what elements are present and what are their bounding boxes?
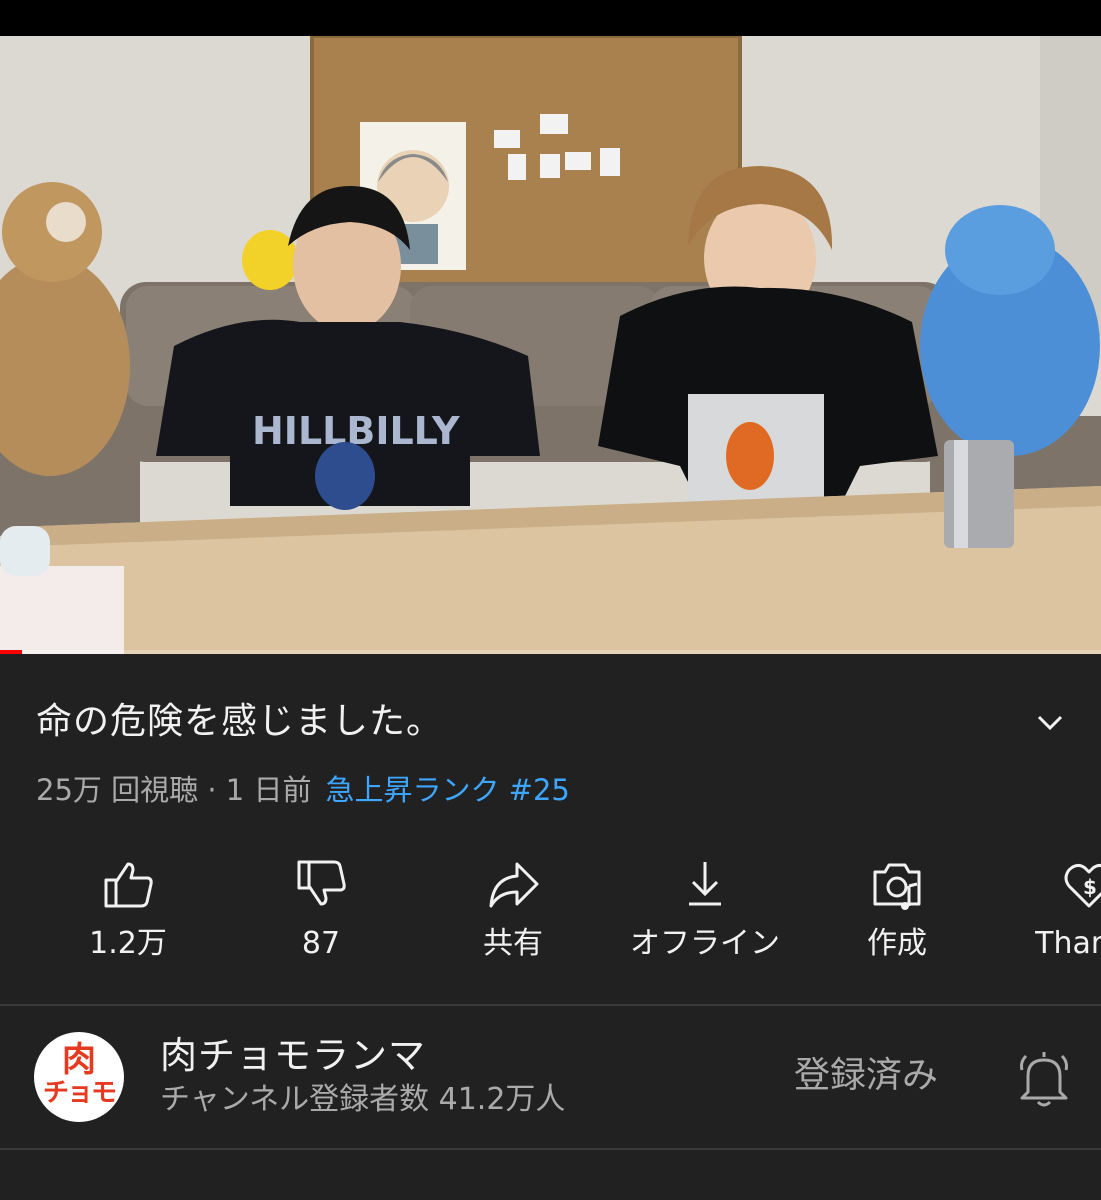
- video-title-row[interactable]: 命の危険を感じました。: [36, 696, 1066, 748]
- share-button[interactable]: 共有: [423, 848, 603, 978]
- thumbs-down-icon: [297, 860, 346, 906]
- share-icon: [489, 862, 539, 908]
- create-button[interactable]: 作成: [807, 848, 987, 978]
- share-label: 共有: [483, 926, 543, 961]
- subscriber-count: チャンネル登録者数 41.2万人: [160, 1082, 566, 1117]
- download-button[interactable]: オフライン: [615, 848, 795, 978]
- channel-avatar[interactable]: 肉 チョモ: [34, 1032, 124, 1122]
- channel-row[interactable]: 肉 チョモ 肉チョモランマ チャンネル登録者数 41.2万人 登録済み: [0, 1008, 1101, 1148]
- avatar-logo-line2: チョモ: [42, 1078, 117, 1108]
- thanks-button[interactable]: $ Thanks: [999, 848, 1101, 978]
- subscribed-button[interactable]: 登録済み: [794, 1052, 938, 1100]
- thanks-icon: $: [1064, 863, 1101, 908]
- dislike-count: 87: [301, 926, 341, 961]
- download-icon: [689, 862, 721, 906]
- channel-name[interactable]: 肉チョモランマ: [160, 1032, 426, 1080]
- video-progress-bar[interactable]: [0, 650, 1101, 654]
- like-count: 1.2万: [89, 926, 167, 961]
- video-frame: HILLBILLY: [0, 36, 1101, 654]
- notification-bell-icon[interactable]: [1016, 1048, 1072, 1110]
- thanks-label: Thanks: [1035, 926, 1101, 961]
- video-title: 命の危険を感じました。: [36, 701, 444, 742]
- video-progress-fill: [0, 650, 23, 654]
- divider: [0, 1148, 1101, 1150]
- svg-text:$: $: [1083, 875, 1097, 899]
- download-label: オフライン: [630, 926, 780, 961]
- like-button[interactable]: 1.2万: [38, 848, 218, 978]
- video-player[interactable]: HILLBILLY: [0, 36, 1101, 654]
- video-meta: 25万 回視聴 · 1 日前 急上昇ランク #25: [36, 768, 570, 812]
- status-bar: [0, 0, 1101, 36]
- thumbs-up-icon: [104, 862, 153, 908]
- action-bar: 1.2万 87 共有 オフライン 作成 $ Thanks: [0, 848, 1101, 988]
- dislike-button[interactable]: 87: [231, 848, 411, 978]
- divider: [0, 1004, 1101, 1006]
- view-count: 25万 回視聴 · 1 日前: [36, 773, 312, 807]
- create-icon: [873, 863, 921, 910]
- create-label: 作成: [867, 926, 927, 961]
- trending-link[interactable]: 急上昇ランク #25: [325, 773, 569, 807]
- avatar-logo-line1: 肉: [62, 1040, 96, 1080]
- chevron-down-icon[interactable]: [1034, 706, 1066, 738]
